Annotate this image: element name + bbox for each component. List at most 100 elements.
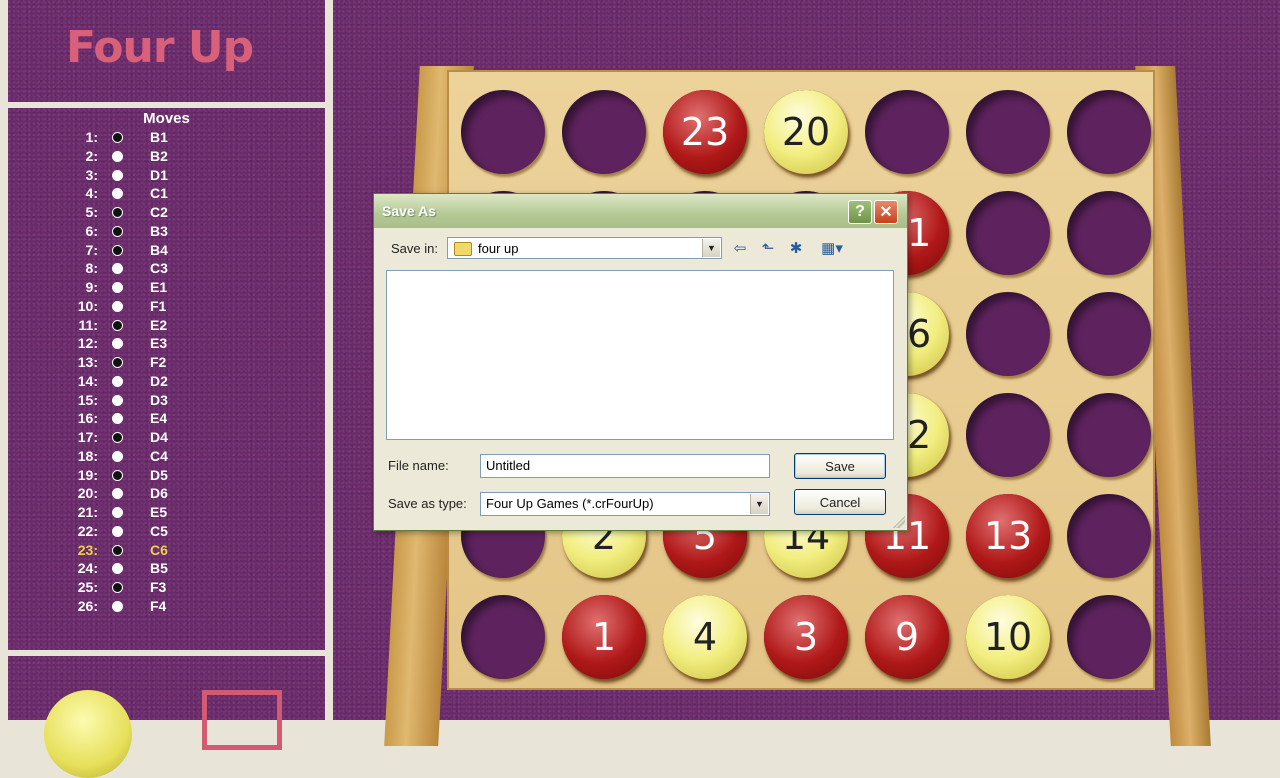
move-row[interactable]: 4: C1 <box>8 185 325 204</box>
move-color-icon <box>112 357 123 368</box>
move-color-icon <box>112 188 123 200</box>
new-folder-icon[interactable]: ✱ <box>786 239 806 257</box>
save-type-dropdown[interactable]: Four Up Games (*.crFourUp) ▼ <box>480 492 770 516</box>
move-row[interactable]: 20: D6 <box>8 485 325 504</box>
move-color-icon <box>112 338 123 350</box>
move-row[interactable]: 26: F4 <box>8 598 325 617</box>
move-row[interactable]: 24: B5 <box>8 560 325 579</box>
close-icon: ✕ <box>879 204 893 221</box>
move-row[interactable]: 8: C3 <box>8 260 325 279</box>
board-hole[interactable] <box>865 90 949 174</box>
board-hole[interactable] <box>1067 191 1151 275</box>
board-hole[interactable] <box>461 595 545 679</box>
save-type-label: Save as type: <box>388 496 467 511</box>
board-hole[interactable] <box>461 90 545 174</box>
move-row[interactable]: 11: E2 <box>8 317 325 336</box>
board-hole[interactable] <box>1067 90 1151 174</box>
move-row[interactable]: 2: B2 <box>8 148 325 167</box>
move-color-icon <box>112 300 123 312</box>
move-position: C5 <box>150 522 168 539</box>
move-color-icon <box>112 225 123 237</box>
close-button[interactable]: ✕ <box>874 200 898 224</box>
move-number: 6: <box>85 222 98 239</box>
board-hole[interactable] <box>1067 494 1151 578</box>
save-as-dialog: Save As ? ✕ Save in: four up ▼ ⇦ ⬑ ✱ ▦▾ … <box>373 193 908 531</box>
move-number: 20: <box>77 485 98 502</box>
file-name-input[interactable]: Untitled <box>480 454 770 478</box>
move-position: D4 <box>150 429 168 445</box>
move-row[interactable]: 12: E3 <box>8 335 325 354</box>
move-row[interactable]: 14: D2 <box>8 373 325 392</box>
move-position: E2 <box>150 316 168 333</box>
move-number: 2: <box>85 147 98 164</box>
chevron-down-icon: ▼ <box>702 239 720 257</box>
red-disc: 1 <box>562 595 646 679</box>
current-player-piece[interactable] <box>44 690 132 778</box>
move-row[interactable]: 5: C2 <box>8 204 325 223</box>
move-color-icon <box>112 282 123 293</box>
title-panel: Four Up <box>8 0 325 102</box>
move-row[interactable]: 22: C5 <box>8 523 325 542</box>
move-color-icon <box>112 207 123 218</box>
move-row[interactable]: 21: E5 <box>8 504 325 523</box>
move-row[interactable]: 16: E4 <box>8 410 325 429</box>
board-hole[interactable] <box>1067 393 1151 477</box>
red-disc: 13 <box>966 494 1050 578</box>
move-number: 16: <box>77 410 98 427</box>
move-row[interactable]: 25: F3 <box>8 579 325 598</box>
move-row[interactable]: 13: F2 <box>8 354 325 373</box>
move-position: C3 <box>150 260 168 277</box>
move-number: 10: <box>77 297 98 314</box>
move-row[interactable]: 3: D1 <box>8 167 325 186</box>
folder-icon <box>454 242 472 256</box>
move-number: 3: <box>85 166 98 183</box>
move-row[interactable]: 18: C4 <box>8 448 325 467</box>
save-button[interactable]: Save <box>794 453 886 479</box>
move-number: 24: <box>77 560 98 577</box>
move-color-icon <box>112 375 123 387</box>
board-hole[interactable] <box>966 90 1050 174</box>
board-hole[interactable] <box>966 292 1050 376</box>
move-row[interactable]: 17: D4 <box>8 429 325 448</box>
move-number: 22: <box>77 522 98 539</box>
file-list[interactable] <box>386 270 894 440</box>
board-hole[interactable] <box>562 90 646 174</box>
move-row[interactable]: 1: B1 <box>8 129 325 148</box>
move-color-icon <box>112 319 123 331</box>
move-position: B2 <box>150 147 168 164</box>
move-color-icon <box>112 244 123 256</box>
square-button[interactable] <box>202 690 282 750</box>
move-position: C2 <box>150 204 168 220</box>
back-arrow-icon[interactable]: ⇦ <box>730 239 750 257</box>
move-number: 18: <box>77 447 98 464</box>
move-position: E3 <box>150 335 168 352</box>
save-in-dropdown[interactable]: four up ▼ <box>447 237 722 259</box>
move-color-icon <box>112 563 123 575</box>
yellow-disc: 10 <box>966 595 1050 679</box>
move-row[interactable]: 15: D3 <box>8 392 325 411</box>
up-folder-icon[interactable]: ⬑ <box>758 239 778 257</box>
move-row[interactable]: 9: E1 <box>8 279 325 298</box>
cancel-button[interactable]: Cancel <box>794 489 886 515</box>
dialog-titlebar[interactable]: Save As ? ✕ <box>374 194 907 228</box>
view-menu-icon[interactable]: ▦▾ <box>816 239 848 257</box>
board-hole[interactable] <box>966 191 1050 275</box>
resize-grip[interactable] <box>893 516 905 528</box>
move-row[interactable]: 6: B3 <box>8 223 325 242</box>
move-number: 21: <box>77 504 98 520</box>
save-in-value: four up <box>478 241 519 256</box>
move-number: 26: <box>77 597 98 614</box>
red-disc: 3 <box>764 595 848 679</box>
move-row[interactable]: 7: B4 <box>8 242 325 261</box>
chevron-down-icon: ▼ <box>750 494 768 514</box>
move-position: F1 <box>150 297 167 314</box>
help-button[interactable]: ? <box>848 200 872 224</box>
move-color-icon <box>112 544 123 556</box>
board-hole[interactable] <box>966 393 1050 477</box>
move-position: E4 <box>150 410 168 427</box>
board-hole[interactable] <box>1067 595 1151 679</box>
board-hole[interactable] <box>1067 292 1151 376</box>
move-row[interactable]: 10: F1 <box>8 298 325 317</box>
move-row[interactable]: 19: D5 <box>8 467 325 486</box>
move-row[interactable]: 23: C6 <box>8 542 325 561</box>
